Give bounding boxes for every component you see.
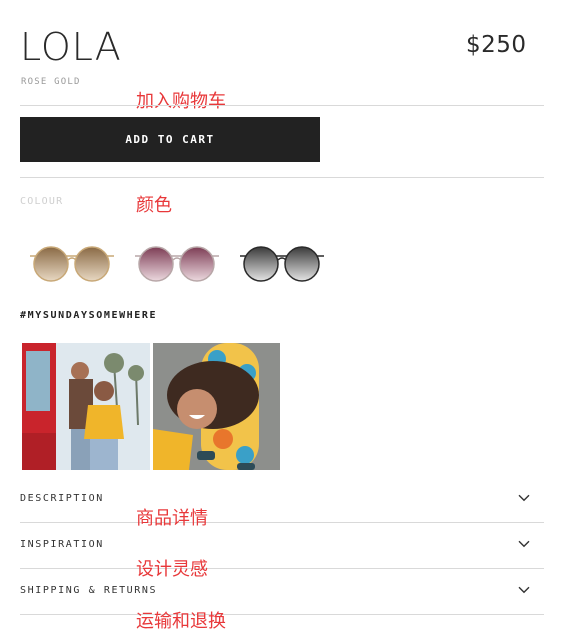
social-hashtag: #MYSUNDAYSOMEWHERE <box>20 310 158 321</box>
divider <box>20 105 544 106</box>
colour-label: COLOUR <box>20 196 64 207</box>
divider <box>20 614 544 615</box>
chevron-down-icon <box>518 586 530 594</box>
couple-street-photo[interactable] <box>22 343 150 470</box>
product-price: $250 <box>466 32 527 58</box>
chevron-down-icon <box>518 540 530 548</box>
colour-swatch-gold[interactable] <box>28 242 116 282</box>
accordion-label: DESCRIPTION <box>20 493 104 504</box>
product-title: LOLA <box>20 25 122 69</box>
colour-swatch-black[interactable] <box>238 242 326 282</box>
accordion-label: INSPIRATION <box>20 539 104 550</box>
add-to-cart-annotation: 加入购物车 <box>136 91 226 112</box>
colour-annotation: 颜色 <box>136 195 172 216</box>
colour-swatch-rose[interactable] <box>133 242 221 282</box>
accordion-label: SHIPPING & RETURNS <box>20 585 158 596</box>
add-to-cart-button[interactable]: ADD TO CART <box>20 117 320 162</box>
woman-skateboard-photo[interactable] <box>153 343 280 470</box>
product-variant: ROSE GOLD <box>21 77 81 87</box>
chevron-down-icon <box>518 494 530 502</box>
shipping-returns-annotation: 运输和退换 <box>136 611 226 632</box>
accordion-description[interactable]: DESCRIPTION <box>20 476 544 522</box>
gold-round-sunglasses-icon <box>30 246 114 282</box>
divider <box>20 177 544 178</box>
rose-round-sunglasses-icon <box>135 246 219 282</box>
accordion-inspiration[interactable]: INSPIRATION <box>20 522 544 568</box>
black-round-sunglasses-icon <box>240 246 324 282</box>
accordion-shipping-returns[interactable]: SHIPPING & RETURNS <box>20 568 544 614</box>
